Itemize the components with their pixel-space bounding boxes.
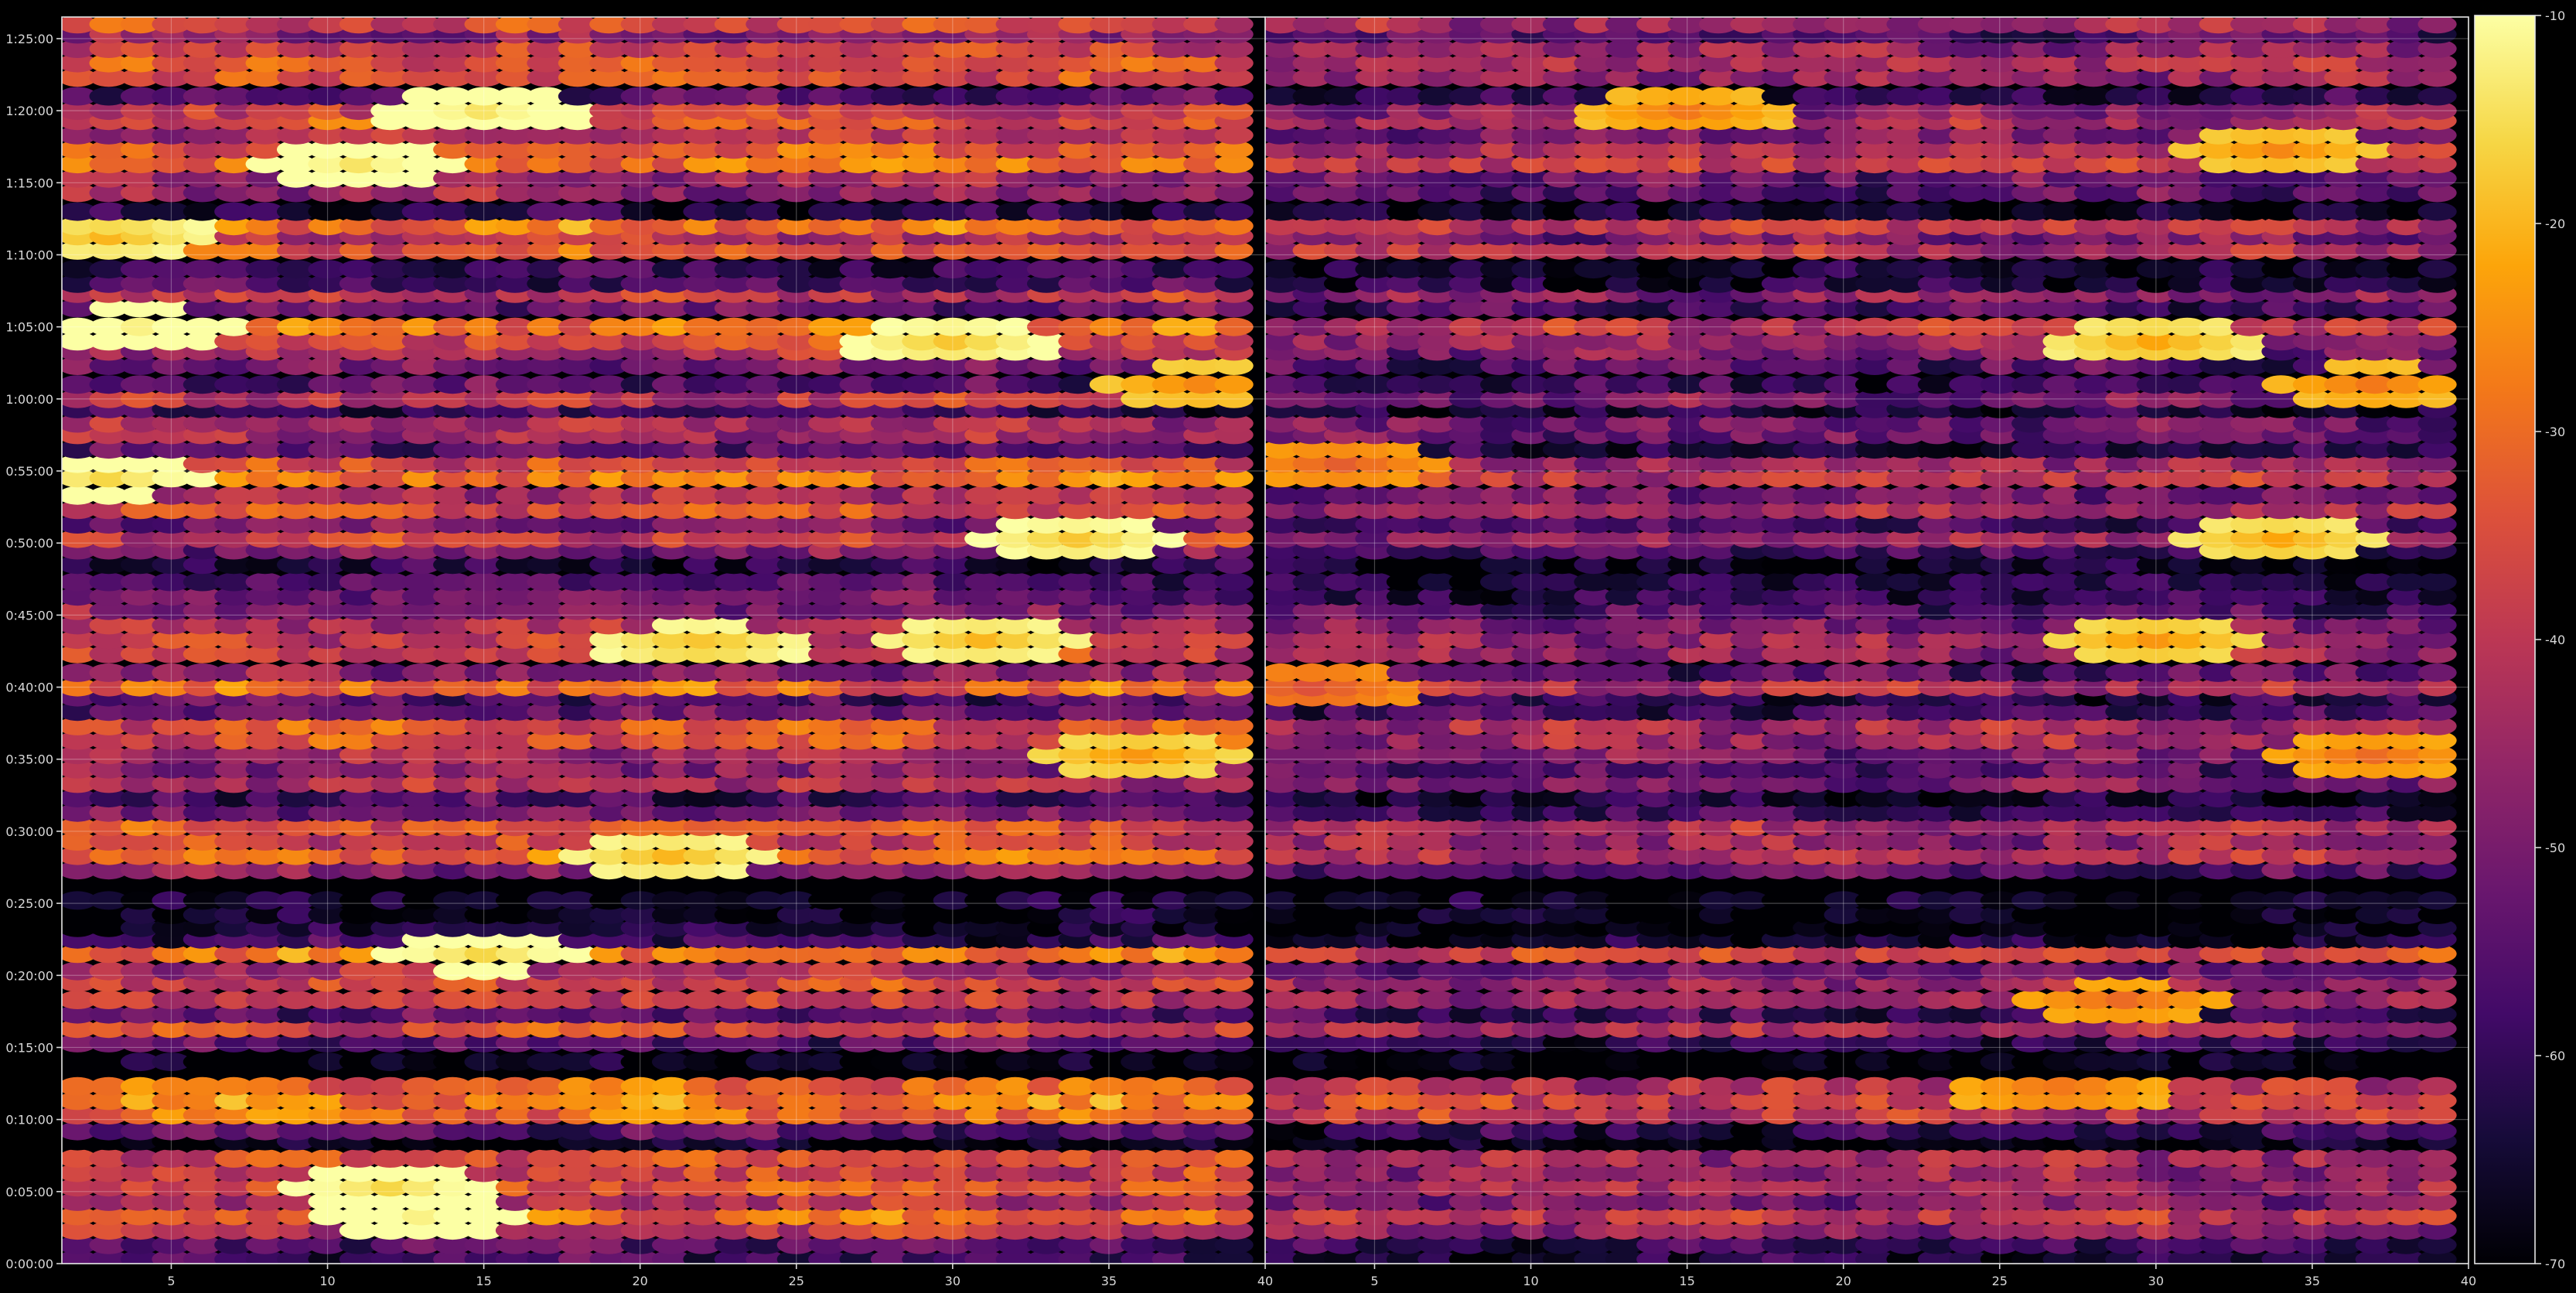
x-tick-label: 30 [945,1274,960,1288]
x-tick-label: 10 [319,1274,335,1288]
y-tick-label: 0:15:00 [5,1040,53,1055]
y-tick-label: 1:25:00 [5,32,53,46]
x-tick-label: 15 [476,1274,491,1288]
y-tick-label: 0:50:00 [5,536,53,551]
heatmap-cell [1214,17,1254,34]
x-tick-label: 40 [1257,1274,1273,1288]
heatmap-cell [2417,891,2457,910]
y-tick-label: 0:30:00 [5,824,53,839]
heatmap-cell [1214,486,1254,505]
y-tick-label: 1:00:00 [5,392,53,407]
heatmap-cell [1214,991,1254,1009]
y-tick-label: 0:10:00 [5,1113,53,1128]
y-tick-label: 0:35:00 [5,752,53,767]
y-tick-label: 0:20:00 [5,968,53,983]
heatmap-cell [1214,891,1254,910]
heatmap-cell [1214,572,1254,592]
heatmap-cell [1214,87,1254,106]
heatmap-cell [1214,1121,1254,1141]
x-tick-label: 20 [633,1274,648,1288]
heatmap-cell [2417,663,2457,682]
heatmap-cell [1214,1149,1254,1168]
x-tick-label: 25 [789,1274,804,1288]
y-tick-label: 0:45:00 [5,608,53,623]
y-tick-label: 0:00:00 [5,1257,53,1271]
heatmap-cell [1214,202,1254,221]
heatmap-cell [2417,1076,2457,1096]
left-panel: 5 10 15 20 25 30 35 40 0:00:00 0:05:00 0:10:00 0:1… [5,16,1273,1288]
y-tick-label: 0:25:00 [5,896,53,911]
heatmap-cell [1214,663,1254,682]
heatmap-cell [1214,1052,1254,1072]
heatmap-cell [2417,961,2457,981]
heatmap-cell [1214,375,1254,394]
y-tick-label: 1:05:00 [5,320,53,335]
heatmap-cell [2417,1121,2457,1141]
heatmap-cell [2417,1149,2457,1168]
y-tick-label: 1:15:00 [5,176,53,190]
y-tick-label: 1:20:00 [5,104,53,118]
x-tick-label: 35 [1101,1274,1117,1288]
right-panel: 5 10 15 20 25 30 35 40 [1264,16,2476,1288]
heatmap-cell [1214,1076,1254,1096]
y-tick-label: 0:40:00 [5,681,53,695]
y-tick-label: 1:10:00 [5,247,53,262]
heatmap-cell [2417,991,2457,1009]
heatmap-cell [1214,961,1254,981]
y-tick-label: 0:55:00 [5,464,53,479]
heatmap-cell [1214,260,1254,279]
x-tick-label: 5 [167,1274,175,1288]
heatmap-cell [2417,1052,2457,1072]
spectrogram-figure: 5 10 15 20 25 30 35 40 0:00:000:05:000:10:000:1… [0,0,2576,1293]
y-tick-label: 0:05:00 [5,1185,53,1199]
